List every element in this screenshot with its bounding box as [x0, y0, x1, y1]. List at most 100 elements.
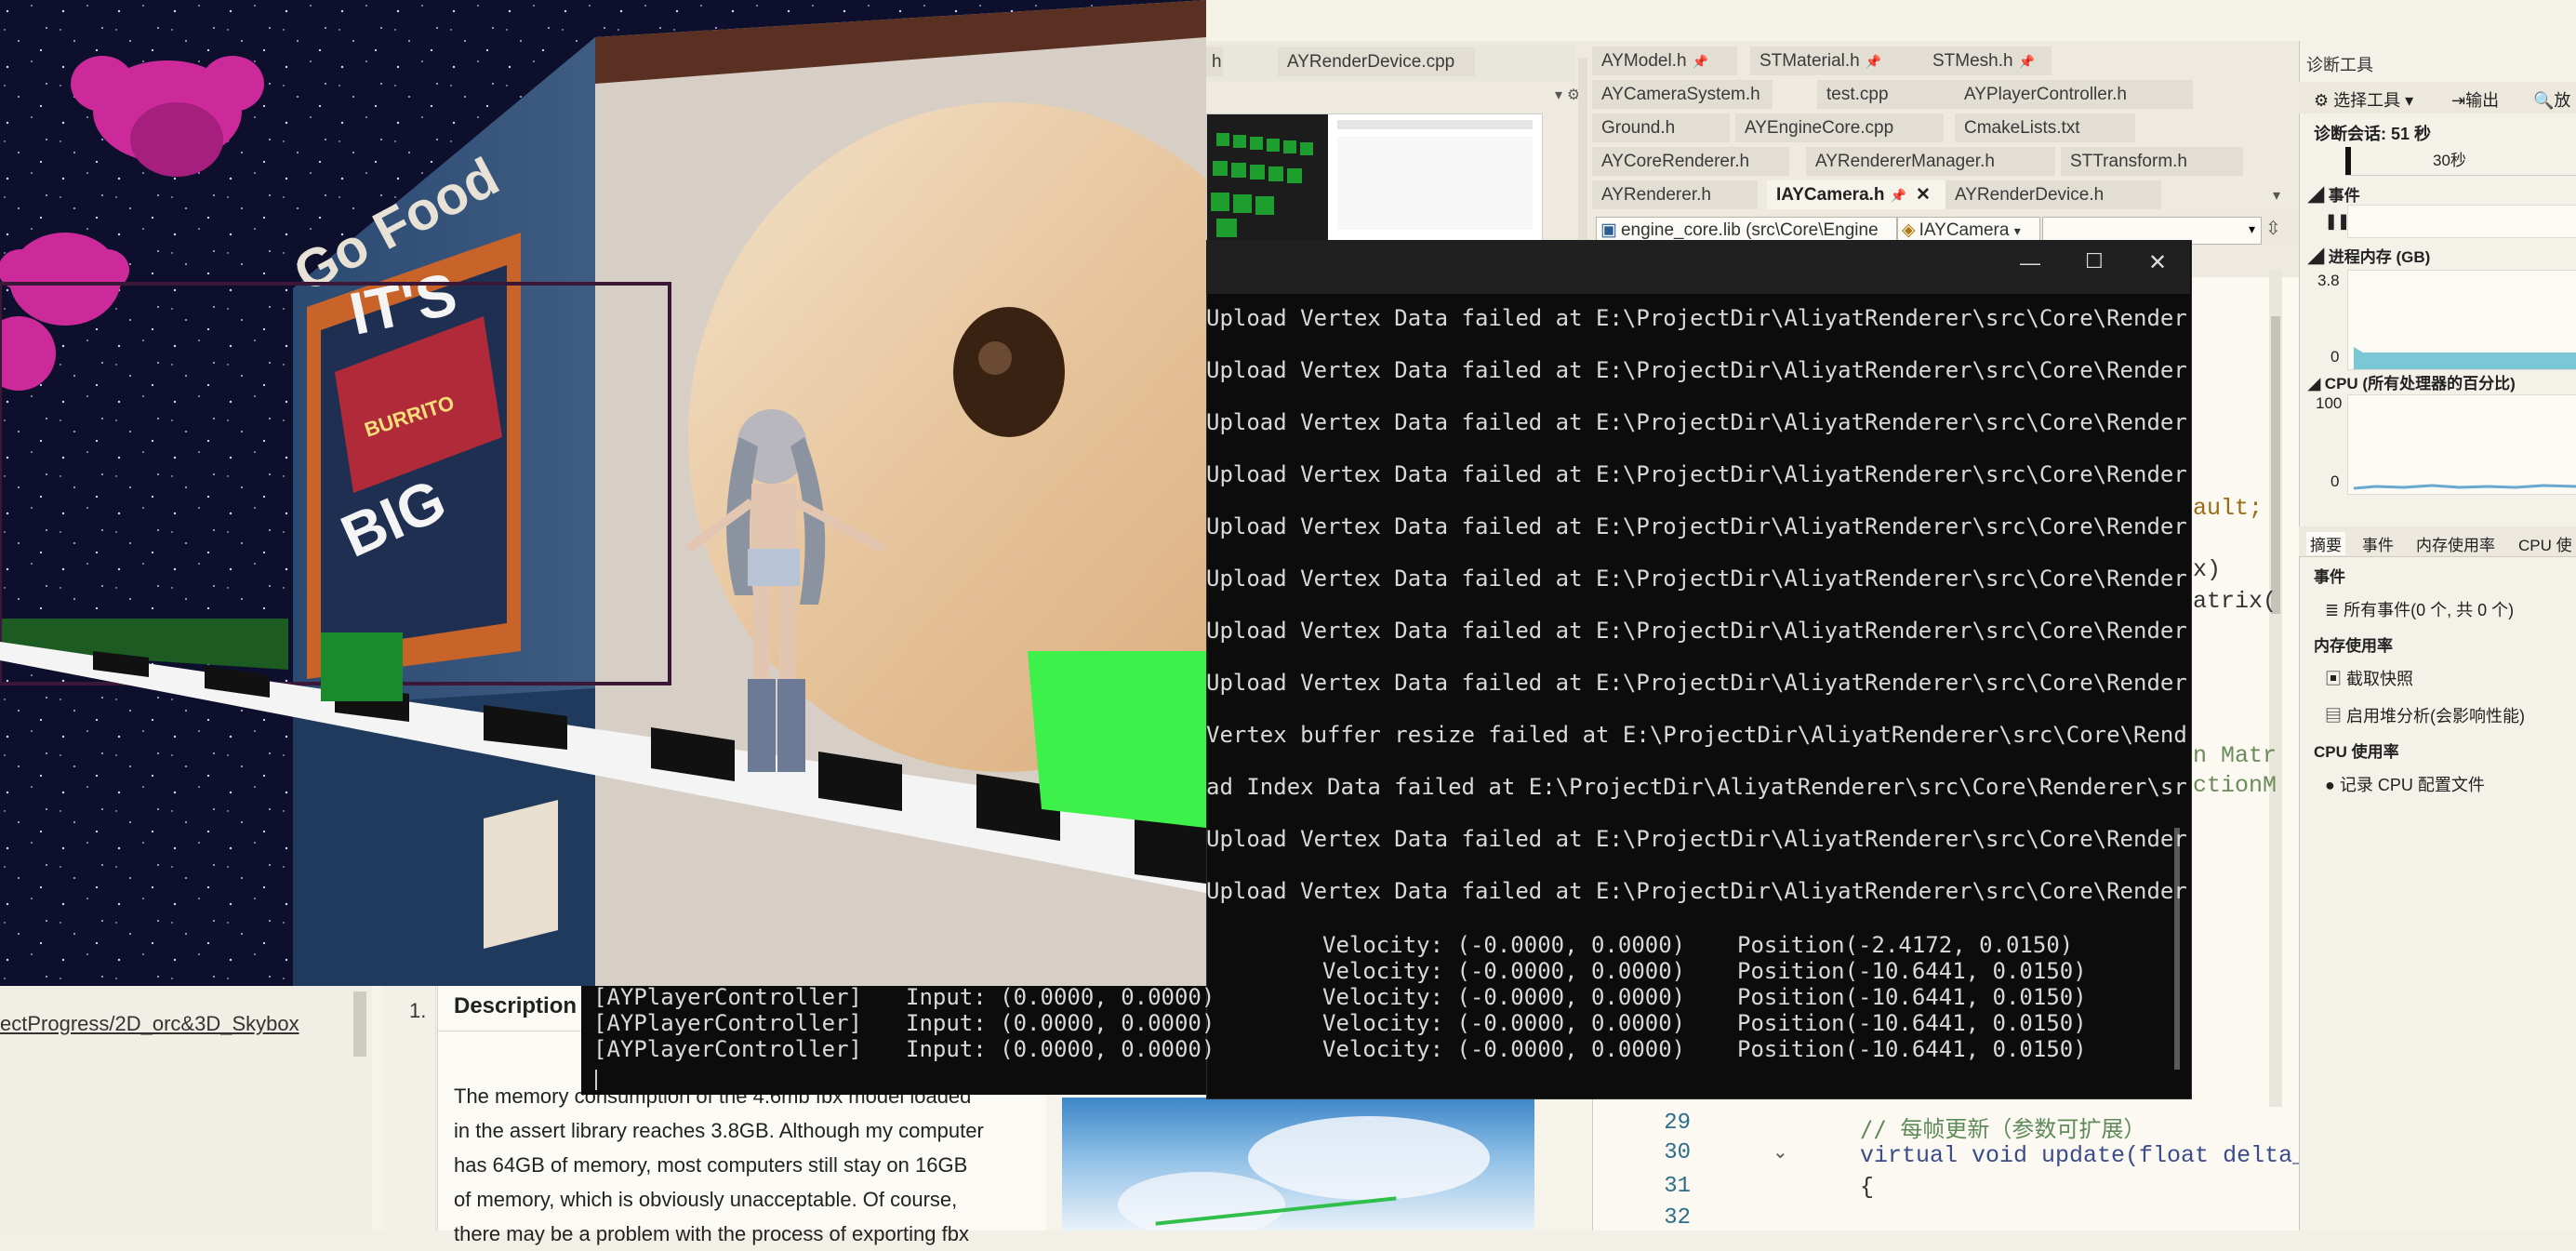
tab-aycorerenderer-h[interactable]: AYCoreRenderer.h: [1592, 147, 1789, 176]
tab-aycamerasystem-h[interactable]: AYCameraSystem.h: [1592, 80, 1773, 109]
thumbnail-game-view: [1207, 114, 1328, 241]
tab-ayrenderdevice-cpp[interactable]: AYRenderDevice.cpp: [1278, 47, 1475, 76]
project-icon: ▣: [1600, 220, 1617, 240]
tab-test-cpp[interactable]: test.cpp: [1817, 80, 1955, 109]
zoom-label: 放: [2554, 91, 2571, 110]
close-icon[interactable]: ✕: [1916, 185, 1931, 205]
cpu-section-header[interactable]: ◢ CPU (所有处理器的百分比): [2308, 370, 2516, 393]
tab-stmesh-h[interactable]: STMesh.h 📌: [1923, 47, 2052, 75]
tab-ayrenderer-h[interactable]: AYRenderer.h: [1592, 180, 1758, 209]
heap-icon: ▤: [2325, 707, 2342, 725]
code-fragment: x): [2193, 556, 2222, 583]
scrollbar-thumb[interactable]: [2271, 316, 2280, 614]
console-tag: [AYPlayerController]: [593, 984, 862, 1010]
pin-icon[interactable]: 📌: [1866, 54, 1881, 69]
pin-icon[interactable]: 📌: [1693, 54, 1708, 69]
console-position: Position(-10.6441, 0.0150): [1737, 1036, 2087, 1062]
console-line: ad Index Data failed at E:\ProjectDir\Al…: [1206, 774, 2187, 800]
cpu-line: [2353, 484, 2576, 490]
paragraph-line: of memory, which is obviously unacceptab…: [454, 1188, 958, 1211]
tab-events[interactable]: 事件: [2362, 532, 2394, 555]
game-viewport[interactable]: IT'S BURRITO BIG Go Food: [0, 0, 1206, 986]
tab-ayplayercontroller-h[interactable]: AYPlayerController.h: [1955, 80, 2193, 109]
output-button[interactable]: ⇥输出: [2451, 87, 2499, 112]
tab-dropdown-icon[interactable]: ▾: [1555, 86, 1562, 104]
console-velocity: Velocity: (-0.0000, 0.0000): [1322, 1036, 1686, 1062]
tab-cpu-usage[interactable]: CPU 使: [2518, 532, 2572, 555]
console-line: Upload Vertex Data failed at E:\ProjectD…: [1206, 618, 2187, 644]
all-events-label: 所有事件(0 个, 共 0 个): [2344, 601, 2515, 619]
tab-stmaterial-h[interactable]: STMaterial.h 📌: [1750, 47, 1923, 75]
all-events-link[interactable]: ≣ 所有事件(0 个, 共 0 个): [2325, 597, 2514, 621]
console-scrollbar[interactable]: [2174, 828, 2180, 1070]
summary-memory-header: 内存使用率: [2314, 637, 2393, 655]
zoom-button[interactable]: 🔍放: [2533, 87, 2570, 112]
tab-ayrenderermanager-h[interactable]: AYRendererManager.h: [1806, 147, 2055, 176]
tab-memory-usage[interactable]: 内存使用率: [2416, 532, 2495, 555]
chevron-down-icon: ▾: [2013, 223, 2021, 238]
select-tool-button[interactable]: ⚙ 选择工具 ▾: [2314, 87, 2413, 112]
memory-header-label: 进程内存 (GB): [2328, 248, 2431, 266]
console-tag: [AYPlayerController]: [593, 1036, 862, 1062]
timeline-ruler[interactable]: 30秒: [2345, 147, 2576, 176]
console-line: Upload Vertex Data failed at E:\ProjectD…: [1206, 357, 2187, 383]
tab-overflow-icon[interactable]: ▾: [2273, 186, 2280, 205]
minimize-icon[interactable]: —: [2020, 251, 2040, 275]
console-line: Upload Vertex Data failed at E:\ProjectD…: [1206, 878, 2187, 904]
events-section-header[interactable]: ◢ 事件: [2308, 182, 2360, 206]
tab-ayenginecore-cpp[interactable]: AYEngineCore.cpp: [1735, 113, 1944, 142]
collapse-chevron-icon[interactable]: ⌄: [1773, 1140, 1788, 1164]
chevron-down-icon: ▾: [2248, 221, 2255, 236]
console-position: Position(-10.6441, 0.0150): [1737, 958, 2087, 984]
editor-scrollbar[interactable]: [2269, 270, 2282, 1107]
record-cpu-label: 记录 CPU 配置文件: [2339, 776, 2485, 794]
cpu-axis-max: 100: [2316, 394, 2343, 412]
pin-icon[interactable]: 📌: [2019, 54, 2035, 69]
memory-section-header[interactable]: ◢ 进程内存 (GB): [2308, 244, 2430, 267]
console-titlebar[interactable]: [1206, 240, 2190, 294]
summary-cpu-header: CPU 使用率: [2314, 743, 2399, 761]
heap-profiling-label: 启用堆分析(会影响性能): [2346, 707, 2526, 725]
heap-profiling-link[interactable]: ▤ 启用堆分析(会影响性能): [2325, 703, 2525, 727]
tab-iaycamera-h[interactable]: IAYCamera.h 📌 ✕: [1767, 180, 1945, 209]
cpu-graph: [2347, 394, 2576, 495]
line-number: 31: [1664, 1174, 1691, 1199]
tab-sttransform-h[interactable]: STTransform.h: [2061, 147, 2243, 176]
record-cpu-profile-link[interactable]: ● 记录 CPU 配置文件: [2325, 772, 2485, 796]
diagnostics-title: 诊断工具: [2306, 56, 2373, 74]
code-comment: // 每帧更新（参数可扩展）: [1860, 1116, 2146, 1142]
path-link[interactable]: ectProgress/2D_orc&3D_Skybox: [0, 1012, 299, 1036]
tab-ground-h[interactable]: Ground.h: [1592, 113, 1730, 142]
code-fragment: ctionM: [2193, 772, 2277, 799]
events-icon: ≣: [2325, 601, 2340, 619]
cpu-axis-min: 0: [2330, 472, 2340, 490]
green-cube-small: [321, 632, 403, 701]
tab-ayrenderdevice-h[interactable]: AYRenderDevice.h: [1945, 180, 2161, 209]
hamster-eye: [953, 307, 1065, 437]
magnifier-icon: 🔍: [2533, 91, 2555, 110]
code-fragment: n Matr: [2193, 742, 2277, 769]
vs-top-strip: [1206, 0, 2576, 41]
close-icon[interactable]: ✕: [2148, 249, 2167, 276]
pause-icon[interactable]: ❚❚: [2325, 212, 2350, 231]
pin-icon[interactable]: 📌: [1891, 188, 1906, 203]
game-scene: IT'S BURRITO BIG Go Food: [0, 0, 1206, 986]
console-line: Upload Vertex Data failed at E:\ProjectD…: [1206, 826, 2187, 852]
hamster-eye-highlight: [978, 341, 1012, 375]
memory-axis-max: 3.8: [2317, 272, 2340, 289]
output-icon: ⇥: [2451, 91, 2466, 110]
description-header: Description: [454, 993, 578, 1018]
thumbnail-panel: [1337, 137, 1533, 230]
tab-aymodel-h[interactable]: AYModel.h 📌: [1592, 47, 1737, 75]
console-position: Position(-10.6441, 0.0150): [1737, 984, 2087, 1010]
preview-thumbnail[interactable]: [1206, 113, 1543, 242]
take-snapshot-link[interactable]: ▣ 截取快照: [2325, 666, 2413, 690]
split-editor-icon[interactable]: ⇳: [2265, 217, 2281, 240]
maximize-icon[interactable]: ☐: [2085, 249, 2104, 273]
row-number: 1.: [409, 999, 427, 1022]
memory-graph-svg: [2354, 347, 2576, 369]
doc-scrollbar[interactable]: [353, 991, 366, 1057]
tab-summary[interactable]: 摘要: [2306, 532, 2345, 555]
tab-cmakelists-txt[interactable]: CmakeLists.txt: [1955, 113, 2135, 142]
tab-label: AYModel.h: [1601, 51, 1687, 71]
